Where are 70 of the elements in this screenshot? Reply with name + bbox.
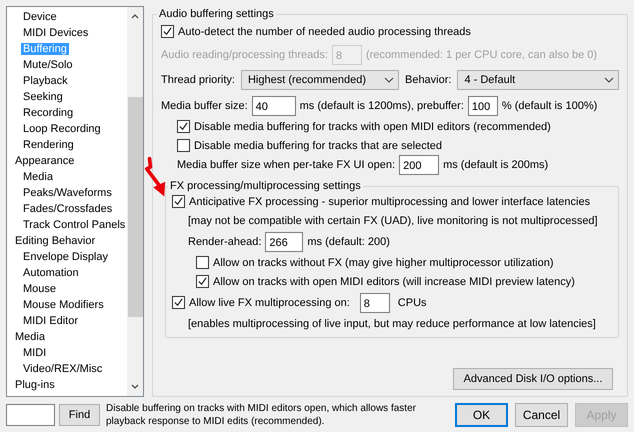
field-note: (recommended: 1 per CPU core, can also be 0) xyxy=(366,48,598,60)
tree-item[interactable]: Loop Recording xyxy=(21,123,103,135)
tree-item[interactable]: Fades/Crossfades xyxy=(21,203,114,215)
tree-item[interactable]: MIDI xyxy=(21,347,48,359)
tree-item[interactable]: Playback xyxy=(21,75,70,87)
chevron-down-icon xyxy=(604,75,614,85)
field-label: Thread priority: xyxy=(161,74,235,86)
field-note: CPUs xyxy=(398,296,427,308)
checkbox-label: Allow live FX multiprocessing on: xyxy=(189,296,350,308)
scrollbar-thumb[interactable] xyxy=(128,97,143,317)
field-label: Media buffer size: xyxy=(161,100,248,112)
checkbox[interactable] xyxy=(177,120,190,133)
input-field[interactable]: 266 xyxy=(265,232,304,252)
field-label: Media buffer size when per-take FX UI open: xyxy=(177,158,396,170)
checkbox[interactable] xyxy=(196,275,209,288)
scrollbar[interactable] xyxy=(127,7,143,396)
checkbox-label: Disable media buffering for tracks with open MIDI editors (recommended) xyxy=(194,120,551,132)
field-note: ms (default: 200) xyxy=(307,236,390,248)
advanced-options-button[interactable]: Advanced Disk I/O options... xyxy=(453,368,613,390)
checkbox-label: Auto-detect the number of needed audio processing threads xyxy=(178,26,471,38)
tree-item[interactable]: Editing Behavior xyxy=(13,235,98,247)
tree-item[interactable]: Envelope Display xyxy=(21,251,110,263)
find-button[interactable]: Find xyxy=(59,404,100,426)
tree-item[interactable]: Media xyxy=(13,331,47,343)
search-field[interactable] xyxy=(6,404,55,426)
checkbox-label: Allow on tracks with open MIDI editors (will increase MIDI preview latency) xyxy=(213,276,575,288)
checkbox[interactable] xyxy=(177,139,190,152)
field-note: ms (default is 200ms) xyxy=(443,158,548,170)
checkbox[interactable] xyxy=(172,195,185,208)
chevron-down-icon xyxy=(384,75,394,85)
field-label: Render-ahead: xyxy=(188,236,262,248)
dialog-button[interactable]: OK xyxy=(455,402,508,426)
field-note: % (default is 100%) xyxy=(502,100,598,112)
dropdown[interactable]: 4 - Default xyxy=(457,70,619,90)
tree-item[interactable]: Appearance xyxy=(13,155,76,167)
group-title: FX processing/multiprocessing settings xyxy=(169,180,362,192)
checkbox[interactable] xyxy=(196,256,209,269)
note-text: [enables multiprocessing of live input, but may reduce performance at low latencies] xyxy=(188,318,596,330)
warning-text: [may not be compatible with certain FX (UAD), live monitoring is not multiprocessed] xyxy=(188,214,598,226)
tree-item[interactable]: Media xyxy=(21,171,55,183)
checkbox[interactable] xyxy=(161,25,174,38)
dropdown[interactable]: Highest (recommended) xyxy=(240,70,399,90)
tree-item[interactable]: Device xyxy=(21,11,59,23)
field-label: Behavior: xyxy=(404,74,452,86)
checkbox[interactable] xyxy=(172,296,185,309)
group-title: Audio buffering settings xyxy=(158,8,275,20)
field-note: ms (default is 1200ms), prebuffer: xyxy=(300,100,464,112)
field-label: Audio reading/processing threads: xyxy=(161,48,328,60)
hint-text: Disable buffering on tracks with MIDI editors open, which allows faster playback response to MIDI edits (recommended). xyxy=(106,402,417,428)
tree-item[interactable]: Recording xyxy=(21,107,76,119)
input-field[interactable]: 100 xyxy=(468,96,498,116)
tree-item[interactable]: Mute/Solo xyxy=(21,59,75,71)
tree-item[interactable]: Plug-ins xyxy=(13,379,57,391)
tree-item[interactable]: Rendering xyxy=(21,139,76,151)
tree-item[interactable]: Mouse Modifiers xyxy=(21,299,106,311)
input-field[interactable]: 200 xyxy=(399,154,440,174)
tree-item[interactable]: MIDI Editor xyxy=(21,315,80,327)
tree-item[interactable]: Mouse xyxy=(21,283,58,295)
checkbox-label: Anticipative FX processing - superior multiprocessing and lower interface latencies xyxy=(189,196,590,208)
tree-item[interactable]: Track Control Panels xyxy=(21,219,128,231)
tree-item[interactable]: Seeking xyxy=(21,91,65,103)
tree-item[interactable]: Video/REX/Misc xyxy=(21,363,104,375)
checkbox-label: Allow on tracks without FX (may give higher multiprocessor utilization) xyxy=(213,256,554,268)
tree-item[interactable]: MIDI Devices xyxy=(21,27,90,39)
tree-item[interactable]: Peaks/Waveforms xyxy=(21,187,114,199)
dialog-button[interactable]: Cancel xyxy=(515,402,568,426)
checkbox-label: Disable media buffering for tracks that are selected xyxy=(194,140,442,152)
input-field[interactable]: 8 xyxy=(360,292,390,312)
input-field[interactable]: 40 xyxy=(252,96,296,116)
tree-item[interactable]: Automation xyxy=(21,267,81,279)
